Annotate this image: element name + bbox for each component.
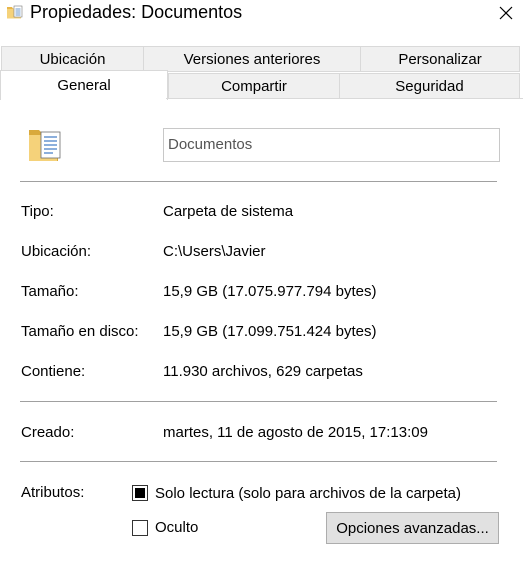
size-value: 15,9 GB (17.075.977.794 bytes) (163, 283, 377, 300)
separator (20, 401, 497, 402)
folder-document-icon (6, 3, 24, 21)
tab-compartir[interactable]: Compartir (168, 73, 340, 99)
advanced-options-button[interactable]: Opciones avanzadas... (326, 512, 499, 544)
indeterminate-mark (135, 488, 145, 498)
hidden-checkbox[interactable] (132, 520, 148, 536)
type-label: Tipo: (21, 203, 54, 220)
readonly-checkbox[interactable] (132, 485, 148, 501)
created-label: Creado: (21, 424, 75, 441)
tab-ubicacion[interactable]: Ubicación (1, 46, 144, 72)
hidden-label: Oculto (155, 519, 199, 536)
attributes-label: Atributos: (21, 484, 85, 501)
panel-border (166, 98, 523, 99)
contains-value: 11.930 archivos, 629 carpetas (163, 363, 363, 380)
size-on-disk-value: 15,9 GB (17.099.751.424 bytes) (163, 323, 377, 340)
folder-name-field[interactable]: Documentos (163, 128, 500, 162)
location-value: C:\Users\Javier (163, 243, 266, 260)
contains-label: Contiene: (21, 363, 86, 380)
readonly-label: Solo lectura (solo para archivos de la c… (155, 485, 461, 502)
close-icon (499, 6, 512, 20)
tab-general[interactable]: General (0, 70, 168, 100)
folder-document-icon (28, 124, 62, 164)
tab-seguridad[interactable]: Seguridad (339, 73, 520, 99)
tab-versiones-anteriores[interactable]: Versiones anteriores (143, 46, 361, 72)
tab-personalizar[interactable]: Personalizar (360, 46, 520, 72)
type-value: Carpeta de sistema (163, 203, 294, 220)
size-label: Tamaño: (21, 283, 79, 300)
window-title: Propiedades: Documentos (30, 2, 243, 22)
size-on-disk-label: Tamaño en disco: (21, 323, 139, 340)
separator (20, 461, 497, 462)
location-label: Ubicación: (21, 243, 92, 260)
separator (20, 181, 497, 182)
close-button[interactable] (488, 0, 523, 26)
created-value: martes, 11 de agosto de 2015, 17:13:09 (163, 424, 428, 441)
